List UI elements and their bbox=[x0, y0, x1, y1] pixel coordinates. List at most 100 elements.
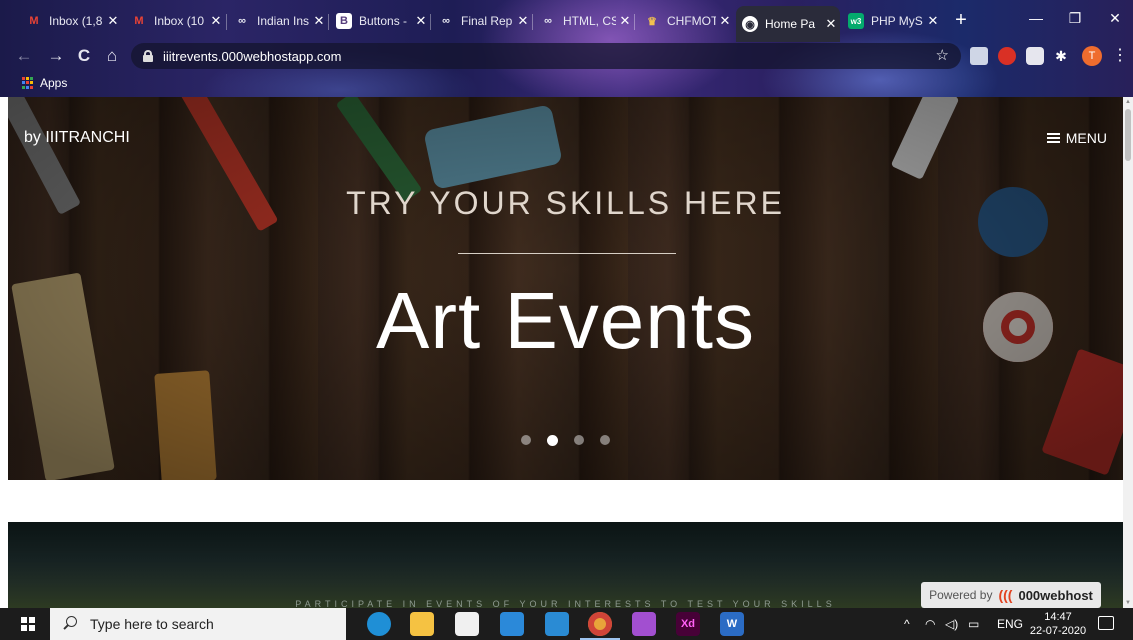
close-icon[interactable]: ✕ bbox=[822, 16, 840, 32]
search-placeholder: Type here to search bbox=[90, 616, 214, 632]
hero-kicker: TRY YOUR SKILLS HERE bbox=[346, 185, 785, 221]
lock-icon[interactable] bbox=[143, 50, 153, 62]
store-icon[interactable] bbox=[455, 612, 479, 636]
page-viewport: by IIITRANCHI MENU TRY YOUR SKILLS HERE … bbox=[0, 97, 1133, 608]
puzzle-icon[interactable]: ✱ bbox=[1052, 47, 1070, 65]
edge-icon[interactable] bbox=[367, 612, 391, 636]
tab-title: Inbox (1,8 bbox=[49, 14, 103, 28]
tab-separator bbox=[532, 14, 533, 30]
powered-brand: 000webhost bbox=[1018, 587, 1093, 603]
page-scrollbar[interactable]: ▲ ▼ bbox=[1123, 97, 1133, 608]
mail-icon[interactable] bbox=[500, 612, 524, 636]
scrollbar-thumb[interactable] bbox=[1125, 109, 1131, 161]
infinity-icon: ∞ bbox=[442, 15, 450, 27]
infinity-icon: ∞ bbox=[544, 15, 552, 27]
chef-icon: ♛ bbox=[647, 15, 657, 28]
gmail-icon: M bbox=[134, 15, 144, 27]
vscode-icon[interactable] bbox=[545, 612, 569, 636]
close-window-button[interactable]: ✕ bbox=[1097, 4, 1133, 32]
keyboard-icon[interactable]: ▭ bbox=[968, 608, 979, 640]
address-bar[interactable]: iiitrevents.000webhostapp.com ☆ bbox=[131, 43, 961, 69]
forward-button[interactable]: → bbox=[44, 44, 68, 68]
bootstrap-icon: B bbox=[336, 13, 352, 29]
tab-strip: M Inbox (1,8 ✕ M Inbox (10 ✕ ∞ Indian In… bbox=[0, 0, 1133, 42]
carousel-dot[interactable] bbox=[600, 435, 610, 445]
notifications-icon[interactable] bbox=[1098, 616, 1114, 630]
chrome-icon[interactable] bbox=[580, 612, 620, 640]
file-explorer-icon[interactable] bbox=[410, 612, 434, 636]
url-text[interactable]: iiitrevents.000webhostapp.com bbox=[163, 49, 342, 64]
tab-title: Indian Ins bbox=[257, 14, 310, 28]
tab-title: Final Rep bbox=[461, 14, 513, 28]
taskbar-clock[interactable]: 14:47 22-07-2020 bbox=[1028, 610, 1088, 638]
tab-home-page[interactable]: ◉ Home Pa ✕ bbox=[736, 6, 840, 42]
tab-indian-ins[interactable]: ∞ Indian Ins ✕ bbox=[228, 6, 328, 36]
back-button[interactable]: ← bbox=[12, 44, 36, 68]
volume-icon[interactable]: ◁) bbox=[945, 608, 958, 640]
taskbar-search[interactable]: Type here to search bbox=[50, 608, 346, 640]
profile-avatar[interactable]: T bbox=[1082, 46, 1102, 66]
reload-button[interactable]: C bbox=[72, 44, 96, 68]
infinity-icon: ∞ bbox=[238, 15, 246, 27]
close-icon[interactable]: ✕ bbox=[716, 13, 734, 29]
carousel-dot[interactable] bbox=[521, 435, 531, 445]
close-icon[interactable]: ✕ bbox=[310, 13, 328, 29]
close-icon[interactable]: ✕ bbox=[207, 13, 225, 29]
tab-inbox-2[interactable]: M Inbox (10 ✕ bbox=[125, 6, 225, 36]
windows-logo-icon bbox=[21, 617, 35, 631]
close-icon[interactable]: ✕ bbox=[104, 13, 122, 29]
w3schools-icon: w3 bbox=[848, 13, 864, 29]
tab-final-report[interactable]: ∞ Final Rep ✕ bbox=[432, 6, 532, 36]
close-icon[interactable]: ✕ bbox=[514, 13, 532, 29]
tab-title: Home Pa bbox=[765, 17, 816, 31]
xd-icon[interactable]: Xd bbox=[676, 612, 700, 636]
tab-title: PHP MyS bbox=[871, 14, 923, 28]
bookmark-star-icon[interactable]: ☆ bbox=[936, 46, 949, 64]
close-icon[interactable]: ✕ bbox=[616, 13, 634, 29]
scroll-up-icon[interactable]: ▲ bbox=[1125, 99, 1131, 105]
tab-separator bbox=[430, 14, 431, 30]
webhost-logo-icon: ((( bbox=[998, 587, 1013, 603]
menu-button[interactable]: MENU bbox=[1046, 130, 1107, 146]
camera-icon[interactable] bbox=[1026, 47, 1044, 65]
tab-php-mysql[interactable]: w3 PHP MyS ✕ bbox=[842, 6, 942, 36]
carousel-dot[interactable] bbox=[574, 435, 584, 445]
browser-chrome: M Inbox (1,8 ✕ M Inbox (10 ✕ ∞ Indian In… bbox=[0, 0, 1133, 97]
tray-overflow-chevron[interactable]: ^ bbox=[904, 608, 910, 640]
clock-time: 14:47 bbox=[1044, 611, 1072, 623]
bookmarks-bar: Apps bbox=[0, 70, 1133, 97]
close-icon[interactable]: ✕ bbox=[412, 13, 430, 29]
minimize-button[interactable]: — bbox=[1018, 4, 1054, 32]
hero-carousel: by IIITRANCHI MENU TRY YOUR SKILLS HERE … bbox=[8, 97, 1123, 480]
carousel-indicators bbox=[8, 435, 1123, 446]
powered-by-badge[interactable]: Powered by ((( 000webhost bbox=[921, 582, 1101, 608]
language-indicator[interactable]: ENG bbox=[997, 608, 1023, 640]
home-button[interactable]: ⌂ bbox=[100, 44, 124, 68]
word-icon[interactable]: W bbox=[720, 612, 744, 636]
close-icon[interactable]: ✕ bbox=[924, 13, 942, 29]
tab-html-css[interactable]: ∞ HTML, CS ✕ bbox=[534, 6, 634, 36]
brand-logo[interactable]: by IIITRANCHI bbox=[24, 129, 130, 147]
apps-shortcut[interactable]: Apps bbox=[22, 76, 67, 90]
adblock-icon[interactable] bbox=[998, 47, 1016, 65]
search-icon bbox=[62, 616, 78, 632]
maximize-button[interactable]: ❐ bbox=[1057, 4, 1093, 32]
apps-grid-icon bbox=[22, 77, 34, 89]
hamburger-icon bbox=[1046, 133, 1060, 143]
browser-toolbar: ← → C ⌂ iiitrevents.000webhostapp.com ☆ … bbox=[0, 42, 1133, 70]
extension-icon[interactable] bbox=[970, 47, 988, 65]
new-tab-button[interactable]: + bbox=[950, 9, 972, 32]
hero-divider bbox=[458, 253, 676, 254]
powered-prefix: Powered by bbox=[929, 588, 993, 602]
tab-inbox-1[interactable]: M Inbox (1,8 ✕ bbox=[20, 6, 122, 36]
carousel-dot-active[interactable] bbox=[547, 435, 558, 446]
whatsapp-icon[interactable] bbox=[632, 612, 656, 636]
chrome-menu-icon[interactable]: ⋮ bbox=[1112, 46, 1128, 66]
tab-buttons[interactable]: B Buttons - ✕ bbox=[330, 6, 430, 36]
tab-separator bbox=[634, 14, 635, 30]
scroll-down-icon[interactable]: ▼ bbox=[1125, 600, 1131, 606]
tab-title: Buttons - bbox=[359, 14, 408, 28]
start-button[interactable] bbox=[8, 608, 48, 640]
tab-chfmot[interactable]: ♛ CHFMOT ✕ bbox=[638, 6, 734, 36]
wifi-icon[interactable]: ◠ bbox=[925, 608, 935, 640]
